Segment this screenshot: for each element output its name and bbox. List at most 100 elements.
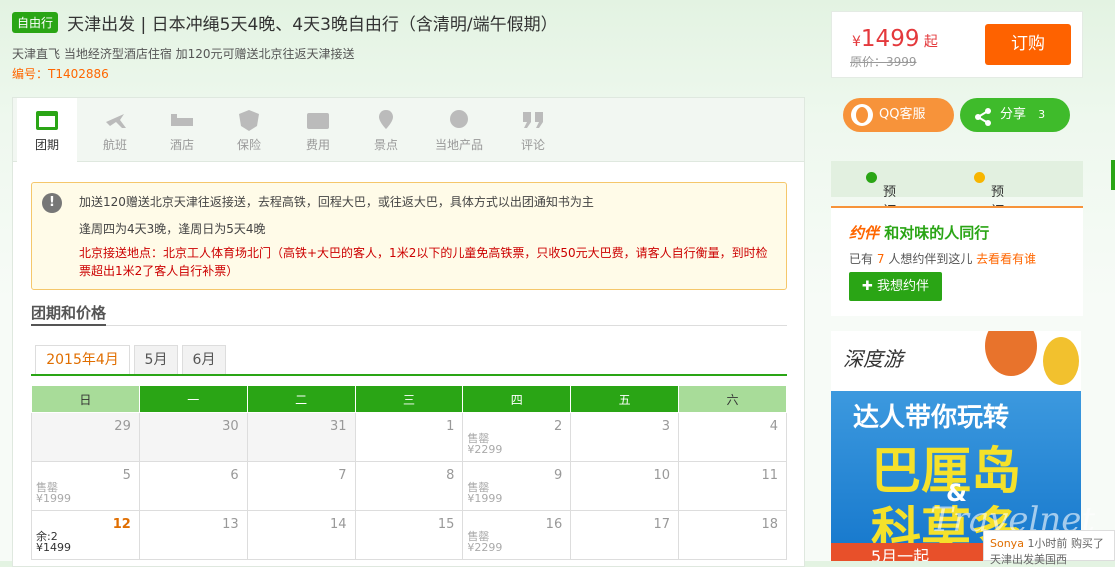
product-subtitle: 天津直飞 当地经济型酒店住宿 加120元可赠送北京往返天津接送 [12, 47, 355, 61]
section-title: 团期和价格 [31, 302, 787, 326]
price-calendar: 日一二三四五六 29 30 31 1 2 售罄 ¥2299 3 4 5 售罄 ¥1999 6 7 8 9 售罄 ¥… [31, 385, 787, 560]
calendar-day: 7 [246, 461, 356, 511]
weekday-header: 五 [570, 385, 680, 413]
tab-label: 评论 [520, 138, 545, 152]
month-tab-may[interactable]: 5月 [134, 345, 178, 375]
day-number: 16 [545, 517, 563, 532]
day-number: 11 [761, 468, 778, 483]
calendar-day: 6 [138, 461, 248, 511]
product-detail-panel: 团期 航班 酒店 保险 费用 景点 当地产品 评论 ! 加送120赠送北京天津往返接送，去程高… [12, 97, 805, 567]
booking-flow-link[interactable]: 预订流程 [866, 171, 896, 257]
tab-8[interactable]: 评论 [503, 98, 563, 162]
tab-6[interactable]: 景点 [356, 98, 416, 162]
alert-icon [974, 172, 985, 183]
companion-title: 约伴 和对味的人同行 [849, 224, 990, 242]
see-who-link[interactable]: 去看看有谁 [976, 252, 1036, 266]
day-number: 13 [222, 517, 239, 532]
tab-3[interactable]: 酒店 [152, 98, 212, 162]
calendar-day[interactable]: 12 余:2 ¥1499 [31, 510, 140, 560]
tab-label: 团期 [34, 138, 59, 152]
day-number: 17 [653, 517, 671, 532]
calendar-day: 30 [138, 412, 248, 462]
day-number: 2 [553, 419, 563, 434]
purchase-feed: Sonya 1小时前 购买了 天津出发美国西 [983, 530, 1115, 566]
calendar-day[interactable]: 2 售罄 ¥2299 [462, 412, 572, 462]
calendar-day: 18 [678, 510, 787, 560]
tab-1[interactable]: 团期 [17, 98, 77, 163]
day-number: 6 [230, 468, 239, 483]
calendar-day: 1 [354, 412, 464, 462]
qq-service-button[interactable]: QQ客服 [843, 98, 954, 132]
companion-panel: 约伴 和对味的人同行 已有 7 人想约伴到这儿 去看看有谁 ✚ 我想约伴 [831, 206, 1083, 316]
day-number: 14 [329, 517, 347, 532]
day-status: 售罄 ¥1999 [467, 481, 503, 505]
free-travel-tag: 自由行 [12, 12, 59, 33]
pin-icon [379, 110, 393, 129]
balloon-icon [985, 331, 1079, 385]
ad-line1: 达人带你玩转 [853, 403, 1010, 433]
tab-2[interactable]: 航班 [85, 98, 145, 162]
day-status: 售罄 ¥2299 [467, 432, 503, 456]
weekday-header: 六 [678, 385, 787, 413]
notice-line1: 加送120赠送北京天津往返接送，去程高铁，回程大巴，或往返大巴，具体方式以出团通… [79, 195, 594, 209]
weekday-header: 一 [138, 385, 248, 413]
star-pin-icon [450, 110, 468, 128]
tab-5[interactable]: 费用 [288, 98, 348, 162]
day-status: 售罄 ¥1999 [36, 481, 71, 505]
calendar-day[interactable]: 16 售罄 ¥2299 [462, 510, 572, 560]
want-companion-button[interactable]: ✚ 我想约伴 [849, 272, 942, 301]
day-number: 1 [446, 419, 455, 434]
info-icon [866, 172, 877, 183]
calendar-day: 29 [31, 412, 140, 462]
day-number: 12 [112, 517, 131, 532]
day-number: 30 [222, 419, 239, 434]
day-number: 7 [338, 468, 347, 483]
notice-box: ! 加送120赠送北京天津往返接送，去程高铁，回程大巴，或往返大巴，具体方式以出… [31, 182, 787, 290]
calendar-day: 3 [570, 412, 680, 462]
day-status: 售罄 ¥2299 [467, 530, 503, 554]
product-header: 自由行 天津出发 | 日本冲绳5天4晚、4天3晚自由行（含清明/端午假期） 天津… [12, 10, 812, 82]
companion-text: 已有 7 人想约伴到这儿 去看看有谁 [849, 252, 1037, 266]
exclamation-icon: ! [42, 193, 62, 213]
notice-line3: 北京接送地点：北京工人体育场北门（高铁+大巴的客人，1米2以下的儿童免高铁票，只… [79, 246, 768, 278]
day-number: 29 [114, 419, 131, 434]
calendar-day: 17 [570, 510, 680, 560]
original-price: 原价：3999 [850, 55, 917, 69]
booking-steps: 预订流程 预订须知 [831, 161, 1083, 257]
share-count: 3 [1038, 108, 1046, 121]
calendar-icon [36, 111, 58, 130]
tab-label: 费用 [305, 138, 330, 152]
month-tab-june[interactable]: 6月 [182, 345, 226, 375]
tab-label: 航班 [102, 138, 127, 152]
order-button[interactable]: 订购 [985, 24, 1071, 65]
share-icon [974, 106, 992, 140]
price: ¥1499 起 [852, 26, 938, 52]
calendar-day[interactable]: 5 售罄 ¥1999 [31, 461, 140, 511]
calendar-day: 4 [678, 412, 787, 462]
share-button[interactable]: 分享 3 [960, 98, 1070, 132]
tab-label: 景点 [373, 138, 398, 152]
detail-tabs: 团期 航班 酒店 保险 费用 景点 当地产品 评论 [13, 98, 804, 163]
calendar-day: 10 [570, 461, 680, 511]
day-number: 8 [446, 468, 455, 483]
tab-7[interactable]: 当地产品 [424, 98, 494, 162]
notice-line2: 逢周四为4天3晚，逢周日为5天4晚 [79, 222, 266, 236]
side-scroll-marker[interactable] [1111, 160, 1115, 190]
day-number: 3 [661, 419, 671, 434]
plane-icon [106, 114, 126, 128]
calendar-day[interactable]: 9 售罄 ¥1999 [462, 461, 572, 511]
tab-4[interactable]: 保险 [219, 98, 279, 162]
price-box: ¥1499 起 原价：3999 订购 [831, 11, 1083, 78]
ad-brand: 深度游 [843, 347, 903, 371]
product-code: 编号：T1402886 [12, 67, 109, 81]
tab-label: 当地产品 [434, 138, 483, 152]
calendar-day: 31 [246, 412, 356, 462]
month-tab-april[interactable]: 2015年4月 [35, 345, 130, 375]
day-number: 18 [761, 517, 778, 532]
booking-notice-link[interactable]: 预订须知 [974, 171, 1004, 257]
tab-label: 酒店 [169, 138, 194, 152]
day-number: 9 [553, 468, 563, 483]
day-number: 10 [653, 468, 671, 483]
calendar-day: 8 [354, 461, 464, 511]
weekday-header: 二 [246, 385, 356, 413]
